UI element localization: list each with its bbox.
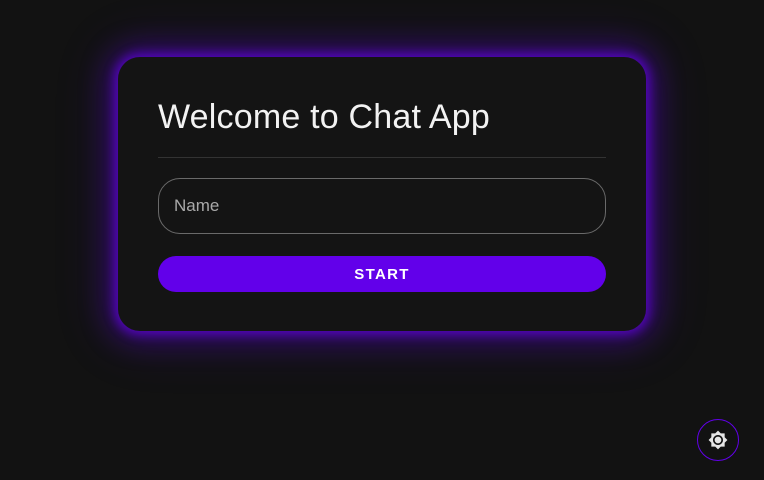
theme-toggle-button[interactable]	[697, 419, 739, 461]
page-title: Welcome to Chat App	[158, 98, 491, 136]
brightness-icon	[708, 430, 728, 450]
welcome-card: Welcome to Chat App START	[118, 57, 646, 331]
name-input[interactable]	[158, 178, 606, 234]
start-button[interactable]: START	[158, 256, 606, 292]
page: Welcome to Chat App START	[0, 0, 764, 480]
divider	[158, 157, 606, 158]
